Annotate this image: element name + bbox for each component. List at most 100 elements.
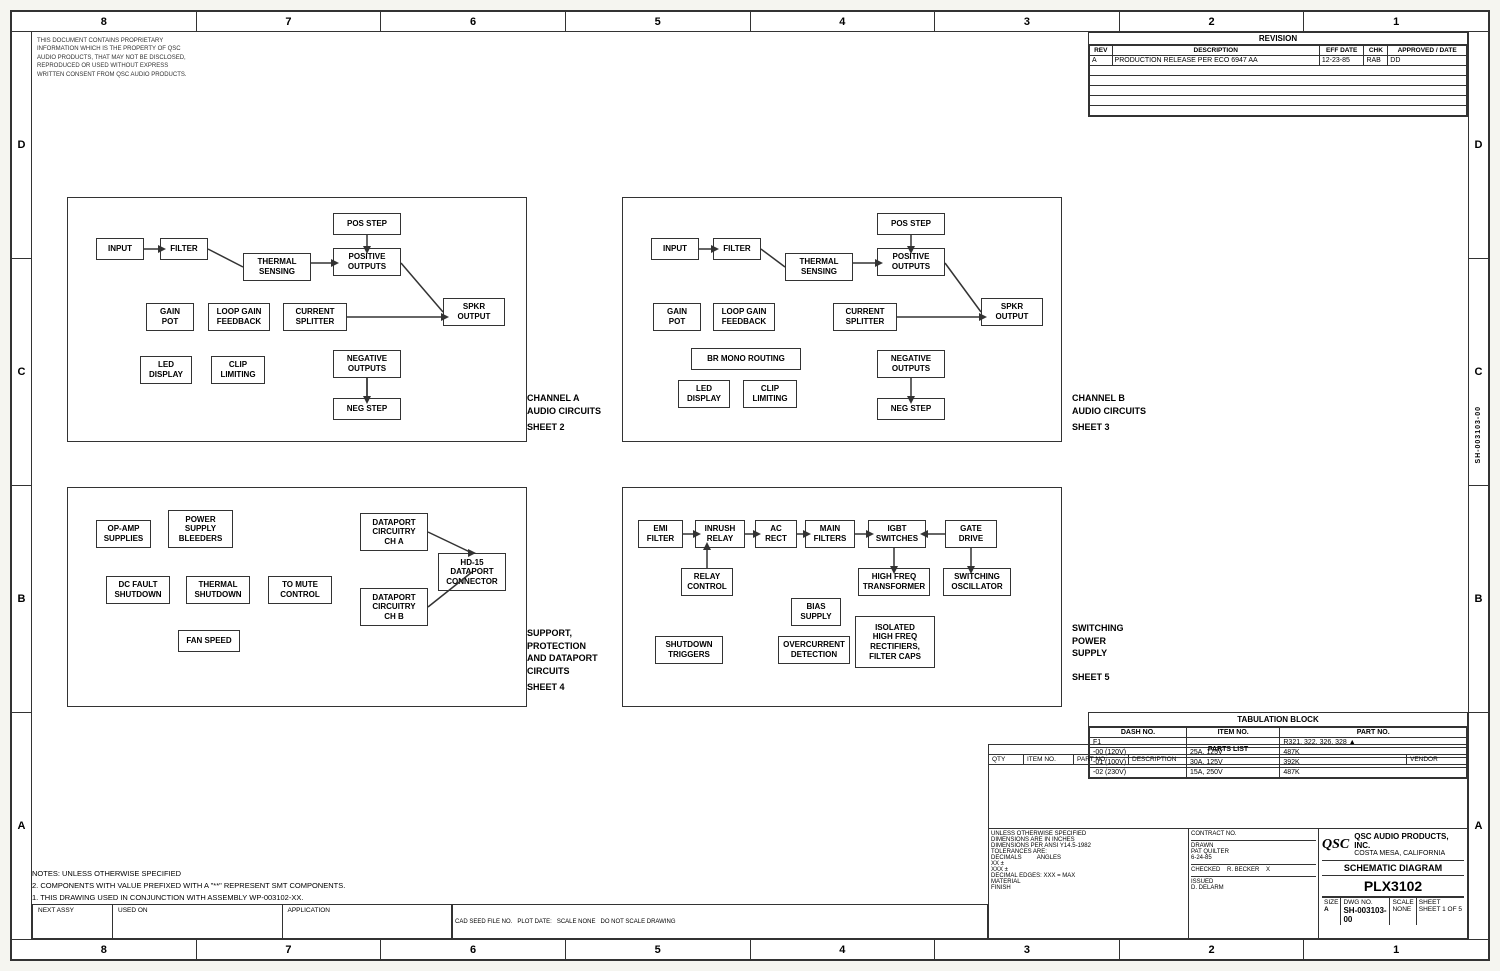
channel-b-diagram: INPUT FILTER THERMALSENSING POS STEP POS… [622, 197, 1062, 442]
tab-item-header: ITEM NO. [1186, 728, 1279, 738]
sw-overcurrent-block: OVERCURRENTDETECTION [778, 636, 850, 664]
tab-part-header: PART NO. [1280, 728, 1467, 738]
ca-gain-block: GAINPOT [146, 303, 194, 331]
revision-row-empty-1 [1090, 66, 1467, 76]
plot-date-label: PLOT DATE: [517, 919, 551, 925]
grid-left-D: D [12, 32, 31, 259]
support-text3: AND DATAPORT [527, 652, 598, 665]
left-grid-labels: D C B A [12, 32, 32, 939]
rev-row0-desc: PRODUCTION RELEASE PER ECO 6947 AA [1112, 56, 1319, 66]
grid-bottom-3: 3 [935, 940, 1120, 959]
ca-spkr-output-block: SPKROUTPUT [443, 298, 505, 326]
notes-section: NOTES: UNLESS OTHERWISE SPECIFIED 2. COM… [32, 868, 978, 904]
issued-name: D. DELARM [1191, 885, 1316, 891]
sw-ac-rect-block: ACRECT [755, 520, 797, 548]
grid-top-8: 8 [12, 12, 197, 31]
drawing-info-row: SIZE A DWG NO. SH-003103-00 SCALE NONE [1322, 897, 1464, 925]
drawing-area: 8 7 6 5 4 3 2 1 8 7 6 5 4 3 2 1 D C B A [10, 10, 1490, 961]
ca-thermal-block: THERMALSENSING [243, 253, 311, 281]
grid-top-2: 2 [1120, 12, 1305, 31]
channel-b-label-text: CHANNEL B [1072, 392, 1146, 405]
grid-left-C: C [12, 259, 31, 486]
grid-bottom-4: 4 [751, 940, 936, 959]
grid-top-6: 6 [381, 12, 566, 31]
cb-neg-step-block: NEG STEP [877, 398, 945, 420]
revision-row-empty-4 [1090, 96, 1467, 106]
tab-header-row: DASH NO. ITEM NO. PART NO. [1090, 728, 1467, 738]
rev-col-rev: REV [1090, 46, 1113, 56]
sp-thermal-shutdown-block: THERMALSHUTDOWN [186, 576, 250, 604]
channel-a-sheet: SHEET 2 [527, 422, 565, 434]
rev-row0-date: 12-23-85 [1319, 56, 1364, 66]
grid-bottom-5: 5 [566, 940, 751, 959]
ca-led-display-block: LEDDISPLAY [140, 356, 192, 384]
channel-b-sheet: SHEET 3 [1072, 422, 1110, 434]
qsc-logo: QSC [1322, 837, 1349, 853]
drawn-section: DRAWN PAT QUILTER 6-24-85 [1191, 840, 1316, 861]
sw-text1: SWITCHING [1072, 622, 1124, 635]
page: 8 7 6 5 4 3 2 1 8 7 6 5 4 3 2 1 D C B A [0, 0, 1500, 971]
rev-row0-approved: DD [1388, 56, 1467, 66]
sw-relay-control-block: RELAYCONTROL [681, 568, 733, 596]
bottom-info-block: UNLESS OTHERWISE SPECIFIED DIMENSIONS AR… [989, 828, 1467, 938]
grid-top-3: 3 [935, 12, 1120, 31]
scale-label: SCALE [1392, 899, 1413, 906]
sp-fan-speed-block: FAN SPEED [178, 630, 240, 652]
pl-vendor-header: VENDOR [1407, 755, 1467, 764]
cb-current-splitter-block: CURRENTSPLITTER [833, 303, 897, 331]
grid-left-B: B [12, 486, 31, 713]
pl-qty-header: QTY [989, 755, 1024, 764]
dwg-no-cell: DWG NO. SH-003103-00 [1341, 898, 1390, 925]
sw-text2: POWER [1072, 635, 1124, 648]
support-label: SUPPORT, PROTECTION AND DATAPORT CIRCUIT… [527, 627, 598, 677]
drawing-title: SCHEMATIC DIAGRAM [1322, 861, 1464, 876]
grid-bottom-1: 1 [1304, 940, 1488, 959]
channel-a-diagram: INPUT FILTER THERMALSENSING POS STEP POS… [67, 197, 527, 442]
company-name: QSC AUDIO PRODUCTS, INC. [1354, 832, 1464, 850]
cb-neg-outputs-block: NEGATIVEOUTPUTS [877, 350, 945, 378]
right-grid-labels: D C B A [1468, 32, 1488, 939]
grid-right-B: B [1469, 486, 1488, 713]
company-location: COSTA MESA, CALIFORNIA [1354, 850, 1464, 857]
sp-hd15-block: HD-15DATAPORTCONNECTOR [438, 553, 506, 591]
scale-bottom: SCALE NONE [557, 919, 596, 925]
cb-led-display-block: LEDDISPLAY [678, 380, 730, 408]
note-1: 2. COMPONENTS WITH VALUE PREFIXED WITH A… [32, 880, 978, 892]
grid-left-A: A [12, 713, 31, 939]
sw-igbt-switches-block: IGBTSWITCHES [868, 520, 926, 548]
angles-label: ANGLES [1037, 855, 1061, 861]
proprietary-text: THIS DOCUMENT CONTAINS PROPRIETARY INFOR… [37, 37, 187, 79]
sw-bias-supply-block: BIASSUPPLY [791, 598, 841, 626]
ca-clip-limiting-block: CLIPLIMITING [211, 356, 265, 384]
pl-part-header: PART NO. [1074, 755, 1129, 764]
rev-col-date: EFF DATE [1319, 46, 1364, 56]
rev-col-approved: APPROVED / DATE [1388, 46, 1467, 56]
rev-row0-rev: A [1090, 56, 1113, 66]
ca-filter-block: FILTER [160, 238, 208, 260]
revision-col-headers: REV DESCRIPTION EFF DATE CHK APPROVED / … [1090, 46, 1467, 56]
revision-row-empty-5 [1090, 106, 1467, 116]
revision-header: REVISION [1089, 33, 1467, 45]
contract-no-label: CONTRACT NO. [1191, 831, 1316, 837]
revision-table-container: REVISION REV DESCRIPTION EFF DATE CHK AP… [1088, 32, 1468, 117]
checked-initial: X [1266, 867, 1270, 873]
rev-row0-chk: RAB [1364, 56, 1388, 66]
channel-a-label-circuits: AUDIO CIRCUITS [527, 405, 601, 418]
tabulation-title: TABULATION BLOCK [1089, 713, 1467, 727]
used-on-cell: USED ON [113, 905, 283, 938]
company-name-section: QSC AUDIO PRODUCTS, INC. COSTA MESA, CAL… [1354, 832, 1464, 857]
scale-cell: SCALE NONE [1390, 898, 1416, 925]
support-text2: PROTECTION [527, 640, 598, 653]
pl-item-header: ITEM NO. [1024, 755, 1074, 764]
sheet-val: SHEET 1 OF 5 [1419, 906, 1462, 913]
sheet-label: SHEET [1419, 899, 1462, 906]
size-cell: SIZE A [1322, 898, 1341, 925]
grid-top-7: 7 [197, 12, 382, 31]
sp-mute-control-block: TO MUTECONTROL [268, 576, 332, 604]
proprietary-notice: THIS DOCUMENT CONTAINS PROPRIETARY INFOR… [37, 37, 187, 79]
scale-val: NONE [1392, 906, 1413, 913]
size-label: SIZE [1324, 899, 1338, 906]
revision-table: REV DESCRIPTION EFF DATE CHK APPROVED / … [1089, 45, 1467, 116]
switching-supply-diagram: EMIFILTER INRUSHRELAY ACRECT MAINFILTERS… [622, 487, 1062, 707]
next-assy-cell: NEXT ASSY [33, 905, 113, 938]
